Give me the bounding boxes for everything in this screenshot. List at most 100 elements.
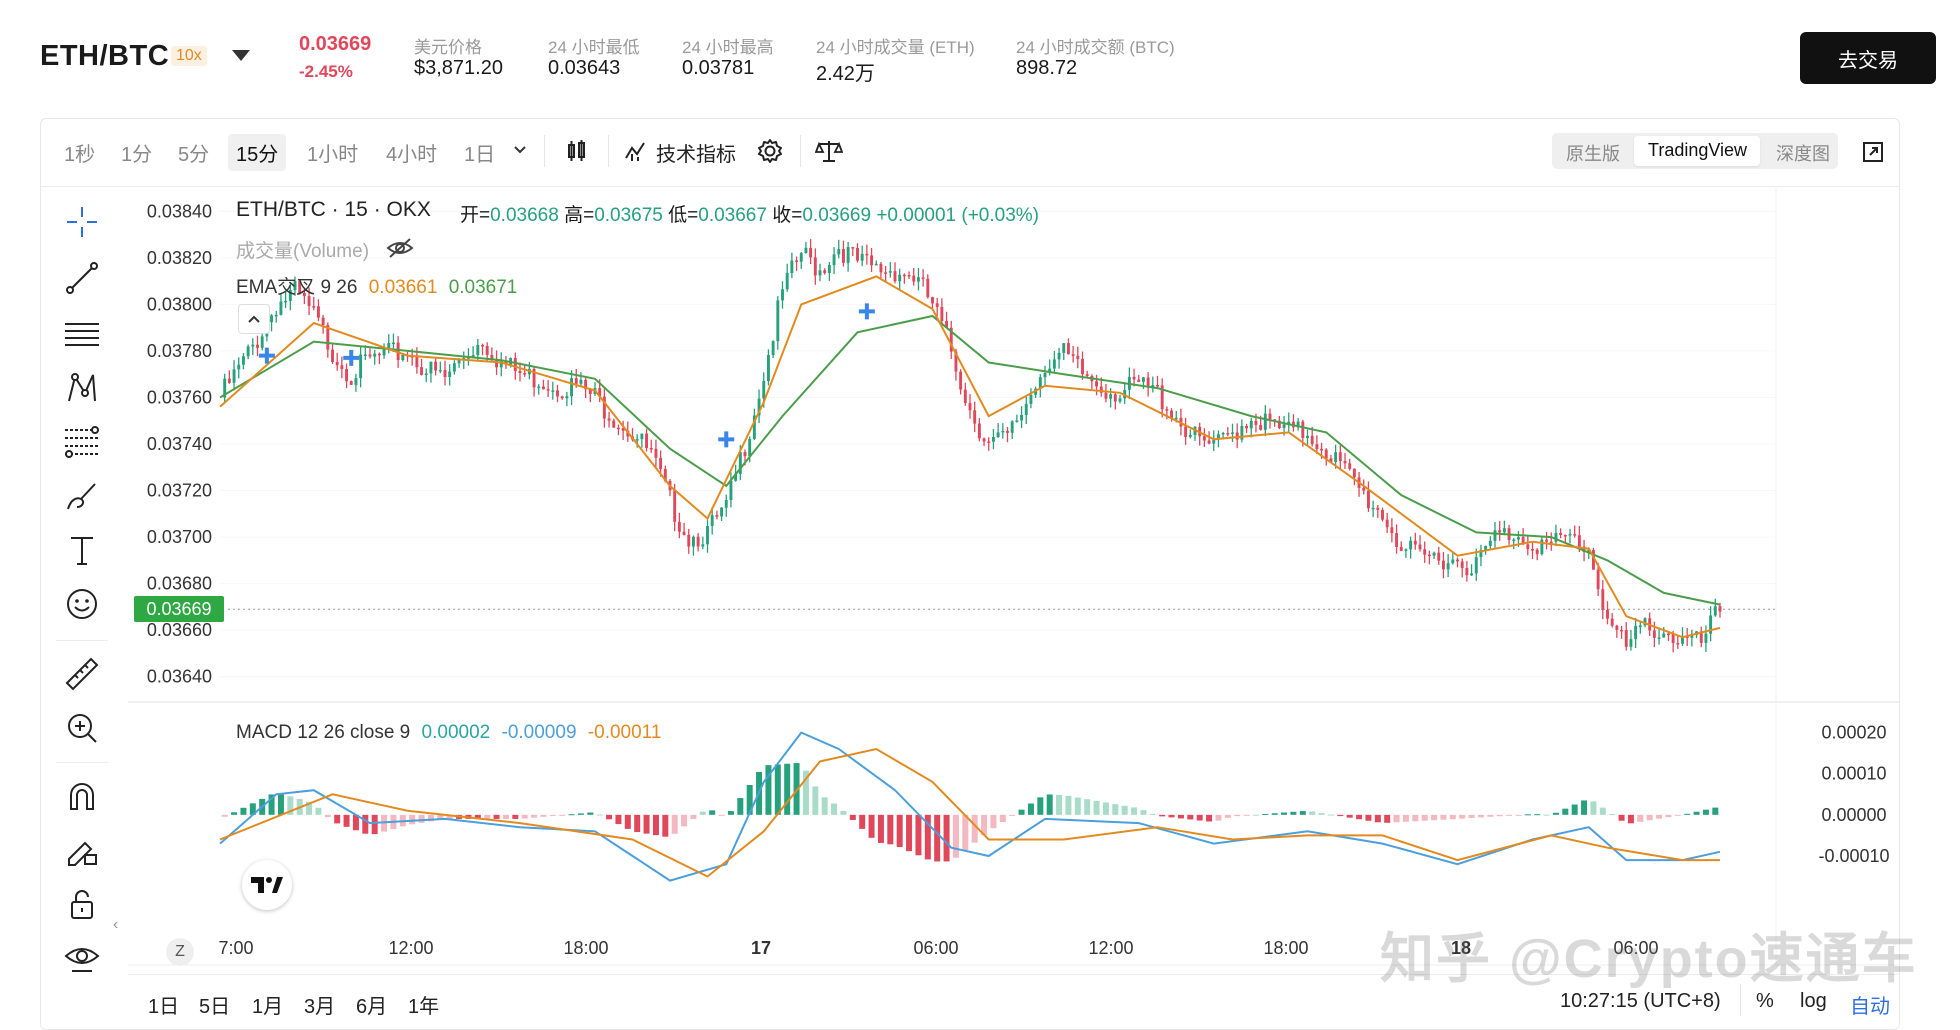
- candle-body: [574, 378, 578, 384]
- price-tick-label: 0.03760: [147, 387, 212, 407]
- candle-body: [279, 301, 283, 315]
- macd-histogram-bar: [868, 814, 875, 838]
- candle-body: [823, 270, 827, 273]
- candle-body: [1676, 643, 1680, 645]
- range-1y[interactable]: 1年: [408, 990, 439, 1019]
- candle-body: [246, 346, 250, 357]
- candle-body: [424, 373, 428, 375]
- candle-body: [1620, 629, 1624, 632]
- watermark: 知乎 @Crypto速通车: [1380, 929, 1918, 989]
- candle-body: [1502, 528, 1506, 533]
- range-5d[interactable]: 5日: [199, 990, 230, 1019]
- macd-histogram-bar: [718, 814, 725, 816]
- candle-body: [1066, 343, 1070, 355]
- candle-body: [541, 386, 545, 390]
- candle-body: [241, 356, 245, 365]
- candle-body: [312, 306, 316, 308]
- candle-body: [1413, 540, 1417, 545]
- candle-body: [1254, 420, 1258, 425]
- candle-body: [1104, 392, 1108, 399]
- macd-histogram-bar: [1487, 814, 1494, 817]
- candle-body: [1371, 507, 1375, 510]
- candle-body: [931, 297, 934, 304]
- macd-histogram-bar: [324, 814, 331, 818]
- collapse-legend-button[interactable]: [238, 304, 270, 334]
- candle-body: [968, 403, 972, 411]
- candle-body: [349, 381, 353, 385]
- range-3m[interactable]: 3月: [304, 990, 335, 1019]
- candle-body: [1451, 559, 1455, 564]
- time-tick-label: 7:00: [218, 938, 253, 958]
- candle-layer: [223, 239, 1722, 653]
- candle-body: [1352, 468, 1356, 478]
- candle-body: [1446, 563, 1450, 570]
- macd-histogram-bar: [737, 798, 744, 815]
- candle-body: [331, 349, 334, 362]
- candle-body: [1385, 519, 1389, 528]
- candle-body: [1441, 560, 1445, 570]
- candle-body: [523, 373, 527, 375]
- candle-body: [237, 364, 241, 370]
- candle-body: [481, 344, 484, 347]
- range-1d[interactable]: 1日: [148, 990, 179, 1019]
- candle-body: [1324, 449, 1328, 459]
- candle-body: [1704, 633, 1708, 643]
- candle-body: [1315, 444, 1319, 449]
- candle-body: [316, 306, 320, 318]
- macd-layer: [219, 731, 1721, 882]
- candle-body: [1071, 354, 1075, 356]
- chevron-up-icon: [248, 315, 260, 323]
- macd-histogram-bar: [1712, 807, 1719, 815]
- ema-cross-marker: [718, 431, 735, 448]
- candle-body: [556, 390, 559, 397]
- candle-body: [673, 490, 677, 522]
- candle-body: [1029, 394, 1033, 404]
- macd-histogram-bar: [1665, 814, 1672, 818]
- candle-body: [368, 354, 372, 357]
- macd-histogram-bar: [1431, 814, 1438, 821]
- candle-body: [607, 418, 611, 421]
- candle-body: [565, 396, 569, 399]
- candle-body: [1577, 535, 1581, 547]
- macd-histogram-bar: [671, 814, 678, 834]
- macd-histogram-bar: [1046, 794, 1053, 815]
- range-1m[interactable]: 1月: [252, 990, 283, 1019]
- ema-fast-line: [219, 275, 1721, 639]
- candle-body: [1381, 509, 1384, 520]
- candle-body: [1184, 426, 1188, 438]
- macd-histogram-bar: [493, 814, 500, 819]
- macd-histogram-bar: [821, 797, 828, 815]
- macd-histogram-bar: [624, 814, 631, 829]
- candle-body: [1409, 540, 1413, 550]
- macd-histogram-bar: [1459, 814, 1466, 819]
- macd-histogram-bar: [1393, 814, 1400, 823]
- auto-toggle[interactable]: 自动: [1850, 990, 1890, 1019]
- candle-body: [1498, 530, 1502, 533]
- macd-histogram-bar: [1506, 814, 1513, 816]
- candle-body: [1531, 548, 1534, 551]
- macd-histogram-bar: [512, 814, 519, 819]
- legend-volume[interactable]: 成交量(Volume): [236, 236, 369, 263]
- percent-toggle[interactable]: %: [1756, 990, 1774, 1013]
- candle-body: [1226, 432, 1230, 435]
- hidden-eye-icon[interactable]: [386, 236, 414, 260]
- candle-body: [1024, 403, 1028, 415]
- candle-body: [1376, 507, 1380, 510]
- macd-histogram-bar: [334, 814, 341, 824]
- range-6m[interactable]: 6月: [356, 990, 387, 1019]
- candle-body: [1015, 420, 1019, 422]
- candle-body: [1231, 432, 1234, 434]
- macd-histogram-bar: [409, 814, 416, 825]
- ema-layer: [219, 275, 1721, 639]
- candle-body: [1559, 532, 1563, 535]
- tradingview-logo[interactable]: [242, 860, 292, 910]
- log-toggle[interactable]: log: [1800, 990, 1827, 1013]
- candle-body: [1118, 398, 1122, 402]
- candle-body: [1395, 533, 1399, 547]
- candle-body: [1156, 385, 1159, 387]
- macd-histogram-bar: [1581, 800, 1588, 815]
- candle-body: [888, 271, 892, 273]
- chart-svg[interactable]: 0.03840 0.03820 0.03800 0.03780 0.03760 0.037…: [0, 0, 1960, 1020]
- macd-tick-label: -0.00010: [1818, 846, 1889, 866]
- macd-histogram-bar: [990, 814, 997, 829]
